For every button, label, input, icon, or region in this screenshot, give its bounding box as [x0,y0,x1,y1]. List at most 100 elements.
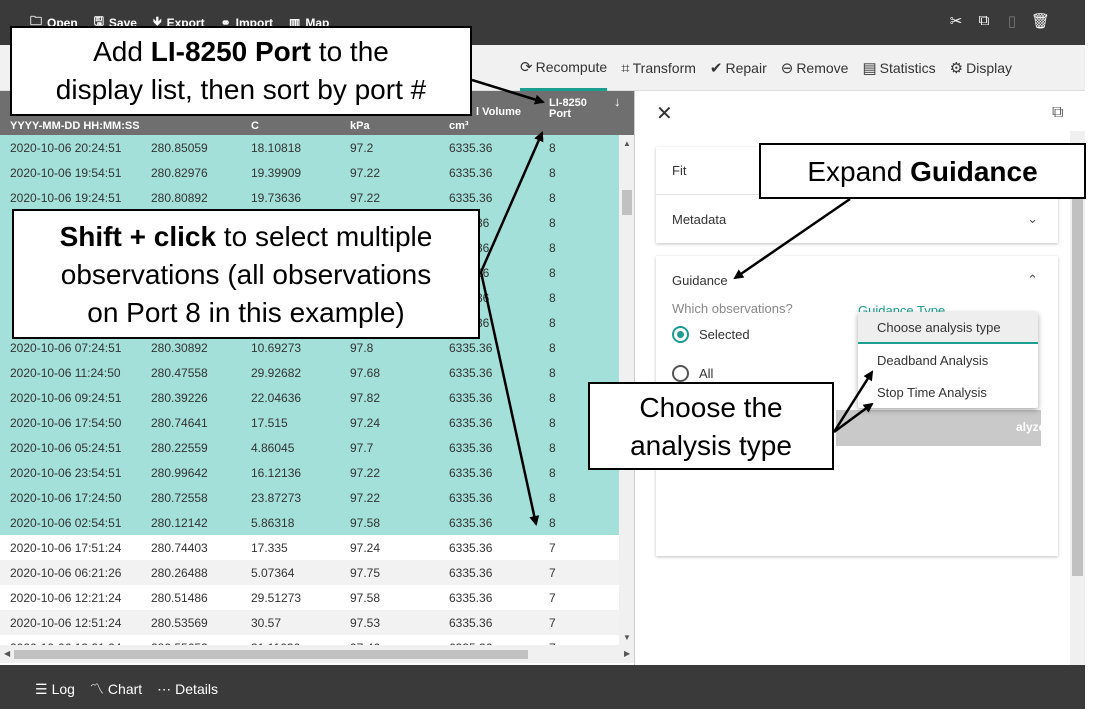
guidance-section-header[interactable]: Guidance ⌃ [656,256,1058,304]
grid-horizontal-thumb[interactable] [14,650,528,659]
temperature-cell: 4.86045 [251,440,295,455]
option-deadband-analysis[interactable]: Deadband Analysis [858,344,1038,376]
scroll-right-icon[interactable]: ▶ [624,649,630,658]
pressure-cell: 97.68 [350,365,381,380]
table-row[interactable]: 2020-10-06 05:24:51 280.22559 4.86045 97.7 6… [0,435,619,460]
guidance-label: Guidance [672,272,728,288]
fit-label: Fit [672,163,687,178]
date-cell: 2020-10-06 17:51:24 [10,540,122,555]
temperature-cell: 16.12136 [251,465,302,480]
date-column-header[interactable]: YYYY-MM-DD HH:MM:SS [10,120,140,132]
port-cell: 8 [549,240,556,255]
temperature-cell: 10.69273 [251,340,302,355]
table-row[interactable]: 2020-10-06 02:54:51 280.12142 5.86318 97.58… [0,510,619,535]
grid-horizontal-scrollbar[interactable]: ◀ ▶ [0,645,634,663]
selected-radio[interactable] [672,326,689,343]
recompute-button[interactable]: ⟳ Recompute [520,45,608,91]
table-row[interactable]: 2020-10-06 20:24:51 280.85059 18.10818 97.2… [0,135,619,160]
port-column-header-line2: Port [549,108,571,120]
display-button[interactable]: ⚙ Display [950,45,1012,91]
delete-icon[interactable]: 🗑 [1031,12,1050,30]
volume-unit: cm³ [449,120,469,132]
volume-column-header[interactable]: l Volume [476,106,521,118]
table-row[interactable]: 2020-10-06 09:24:51 280.39226 22.04636 97.8… [0,385,619,410]
callout-guidance-line: Expand Guidance [807,156,1038,187]
popout-icon[interactable]: ⧉ [1052,104,1063,122]
chevron-up-icon: ⌃ [1027,272,1038,287]
volume-cell: 6335.36 [449,140,493,155]
panel-scrollbar[interactable] [1070,131,1085,665]
remove-label: Remove [796,60,849,76]
details-tab[interactable]: ⋯ Details [157,679,218,699]
table-row[interactable]: 2020-10-06 11:24:50 280.47558 29.92682 97.6… [0,360,619,385]
bottom-tabs: ☰ Log 〽 Chart ⋯ Details [35,679,218,699]
option-stop-time-analysis[interactable]: Stop Time Analysis [858,376,1038,408]
table-row[interactable]: 2020-10-06 06:21:26 280.26488 5.07364 97.75… [0,560,619,585]
table-row[interactable]: 2020-10-06 23:54:51 280.99642 16.12136 97.2… [0,460,619,485]
table-row[interactable]: 2020-10-06 17:54:50 280.74641 17.515 97.24 6… [0,410,619,435]
temperature-cell: 19.39909 [251,165,302,180]
volume-cell: 6335.36 [449,615,493,630]
temperature-column-header[interactable]: C [251,120,259,132]
bar-chart-icon: ▤ [862,60,877,77]
table-row[interactable]: 2020-10-06 12:21:24 280.51486 29.51273 97.5… [0,585,619,610]
temperature-cell: 29.51273 [251,590,302,605]
analyze-button[interactable]: alyze [836,410,1045,446]
callout-analysis-line2: analysis type [630,430,792,461]
analyze-label: alyze [1016,420,1046,434]
temperature-cell: 5.07364 [251,565,295,580]
table-row[interactable]: 2020-10-06 19:24:51 280.80892 19.73636 97.2… [0,185,619,210]
volume-cell: 6335.36 [449,415,493,430]
table-row[interactable]: 2020-10-06 17:24:50 280.72558 23.87273 97.2… [0,485,619,510]
pressure-cell: 97.24 [350,415,381,430]
statistics-label: Statistics [879,60,936,76]
sort-desc-icon[interactable]: ↓ [614,95,621,108]
copy-icon[interactable]: ⧉ [975,12,993,30]
refresh-icon: ⟳ [520,58,533,76]
all-radio[interactable] [672,365,689,382]
port-cell: 8 [549,415,556,430]
paste-icon[interactable]: ▯ [1003,12,1021,30]
port-cell: 8 [549,290,556,305]
chart-tab[interactable]: 〽 Chart [90,679,142,699]
scroll-left-icon[interactable]: ◀ [4,649,10,658]
table-row[interactable]: 2020-10-06 17:51:24 280.74403 17.335 97.24 6… [0,535,619,560]
close-icon[interactable]: ✕ [656,101,673,126]
option-choose-analysis-type[interactable]: Choose analysis type [858,312,1038,344]
table-row[interactable]: 2020-10-06 12:51:24 280.53569 30.57 97.53 63… [0,610,619,635]
cut-icon[interactable]: ✂ [947,12,965,30]
table-row[interactable]: 2020-10-06 19:54:51 280.82976 19.39909 97.2… [0,160,619,185]
callout-shift-click: Shift + click to select multiple observa… [12,209,480,339]
temperature-cell: 22.04636 [251,390,302,405]
date-cell: 2020-10-06 11:24:50 [10,365,121,380]
transform-button[interactable]: ⌗ Transform [621,45,696,91]
date-cell: 2020-10-06 02:54:51 [10,515,122,530]
chart-label: Chart [107,681,143,697]
port-cell: 8 [549,490,556,505]
date-cell: 2020-10-06 17:54:50 [10,415,122,430]
callout-analysis-line1: Choose the [639,392,783,423]
repair-button[interactable]: ✔ Repair [710,45,767,91]
temperature-cell: 5.86318 [251,515,295,530]
selected-radio-label: Selected [699,327,750,342]
metadata-section-header[interactable]: Metadata ⌄ [656,195,1058,243]
volume-cell: 6335.36 [449,540,493,555]
pressure-column-header[interactable]: kPa [350,120,370,132]
log-tab[interactable]: ☰ Log [35,679,75,699]
grid-vertical-thumb[interactable] [622,190,632,215]
scroll-up-icon[interactable]: ▲ [623,139,631,148]
line-chart-icon: 〽 [89,681,104,697]
value-cell: 280.12142 [151,515,208,530]
statistics-button[interactable]: ▤ Statistics [862,45,935,91]
volume-cell: 6335.36 [449,365,493,380]
panel-scroll-thumb[interactable] [1072,196,1083,576]
date-cell: 2020-10-06 07:24:51 [10,340,122,355]
scroll-down-icon[interactable]: ▼ [623,633,631,642]
remove-button[interactable]: ⊖ Remove [781,45,849,91]
date-cell: 2020-10-06 12:51:24 [10,615,122,630]
volume-cell: 6335.36 [449,340,493,355]
date-cell: 2020-10-06 05:24:51 [10,440,122,455]
value-cell: 280.72558 [151,490,208,505]
port-cell: 8 [549,515,556,530]
repair-label: Repair [725,60,767,76]
